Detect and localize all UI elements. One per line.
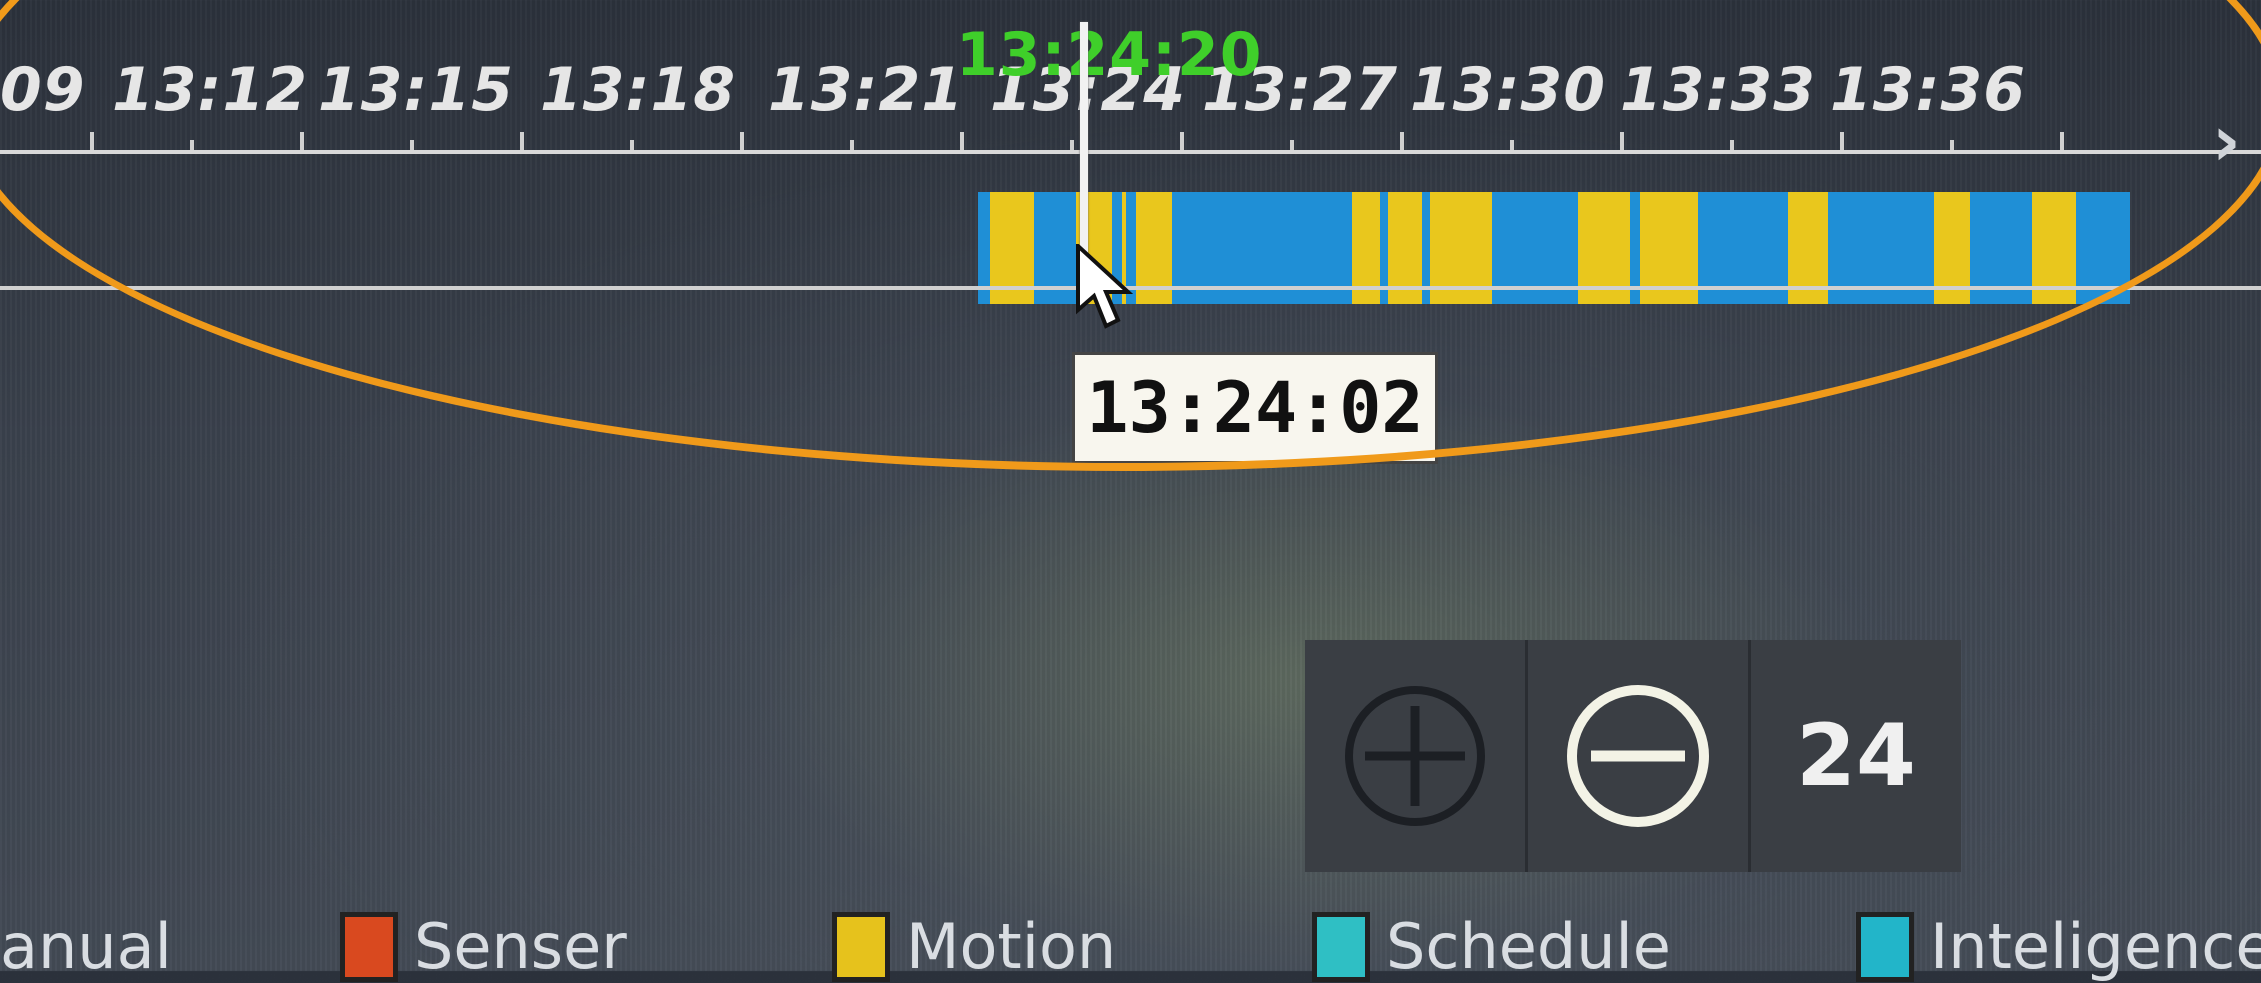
ruler-tick xyxy=(90,132,94,150)
legend-item-manual: anual xyxy=(0,912,172,982)
tick-label: 09 xyxy=(0,55,86,125)
ruler-tick xyxy=(1180,132,1184,150)
tick-label: 13:30 xyxy=(1410,55,1606,125)
zoom-level-value: 24 xyxy=(1751,640,1961,872)
ruler-tick xyxy=(630,140,634,150)
tick-label: 13:33 xyxy=(1620,55,1816,125)
legend-label: anual xyxy=(0,910,172,983)
legend-label: Schedule xyxy=(1386,910,1671,983)
ruler-tick xyxy=(1730,140,1734,150)
ruler-tick xyxy=(1290,140,1294,150)
ruler-tick xyxy=(740,132,744,150)
legend-item-schedule: Schedule xyxy=(1312,912,1671,982)
zoom-in-icon xyxy=(1345,686,1485,826)
legend-swatch-schedule xyxy=(1312,912,1370,982)
ruler-tick xyxy=(190,140,194,150)
legend-label: Inteligence xyxy=(1930,910,2261,983)
legend-item-sensor: Senser xyxy=(340,912,627,982)
ruler-tick xyxy=(1840,132,1844,150)
ruler-tick xyxy=(1510,140,1514,150)
ruler-tick xyxy=(850,140,854,150)
tick-label: 13:18 xyxy=(540,55,736,125)
legend-swatch-motion xyxy=(832,912,890,982)
hover-time-tooltip: 13:24:02 xyxy=(1072,352,1438,464)
tick-label: 13:36 xyxy=(1830,55,2026,125)
zoom-in-button[interactable] xyxy=(1305,640,1528,872)
ruler-tick xyxy=(520,132,524,150)
tick-label: 13:12 xyxy=(112,55,308,125)
record-type-legend: anual Senser Motion Schedule Inteligence xyxy=(0,900,2261,982)
ruler-tick xyxy=(2060,132,2064,150)
legend-swatch-sensor xyxy=(340,912,398,982)
tick-label: 13:15 xyxy=(318,55,514,125)
legend-item-intelligence: Inteligence xyxy=(1856,912,2261,982)
ruler-tick xyxy=(1950,140,1954,150)
ruler-tick xyxy=(1620,132,1624,150)
playback-timeline[interactable]: 09 13:12 13:15 13:18 13:21 13:24 13:27 1… xyxy=(0,0,2261,340)
mouse-pointer-icon xyxy=(1076,244,1134,329)
ruler-tick xyxy=(300,132,304,150)
zoom-out-button[interactable] xyxy=(1528,640,1751,872)
ruler-tick xyxy=(960,132,964,150)
zoom-controls: 24 xyxy=(1305,640,1961,872)
chevron-right-icon[interactable]: › xyxy=(2212,100,2241,182)
ruler-tick xyxy=(1070,140,1074,150)
current-time-label: 13:24:20 xyxy=(956,20,1263,90)
legend-item-motion: Motion xyxy=(832,912,1116,982)
zoom-out-icon xyxy=(1567,685,1709,827)
legend-swatch-intelligence xyxy=(1856,912,1914,982)
ruler-tick xyxy=(1400,132,1404,150)
legend-label: Motion xyxy=(906,910,1117,983)
ruler-tick xyxy=(410,140,414,150)
tick-label: 13:21 xyxy=(768,55,964,125)
timeline-ruler xyxy=(0,150,2261,154)
legend-label: Senser xyxy=(414,910,627,983)
